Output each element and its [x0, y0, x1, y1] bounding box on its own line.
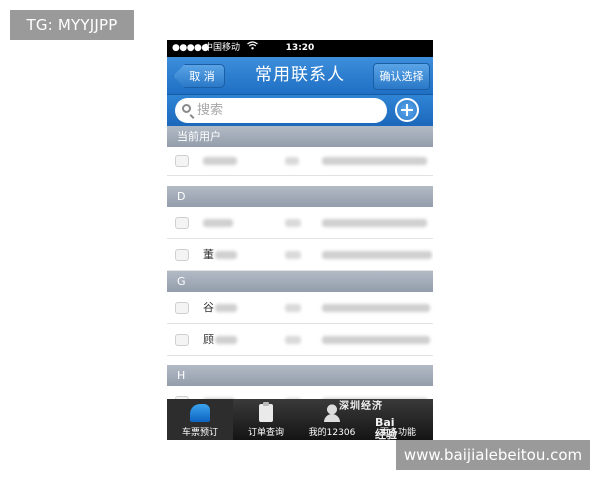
blurred-id [322, 157, 427, 165]
list-item[interactable] [167, 207, 433, 239]
contact-name: 顾 [203, 333, 214, 346]
blurred-name [215, 304, 237, 312]
watermark-tag-bottom: www.baijialebeitou.com [396, 440, 590, 470]
blurred-type [285, 219, 301, 227]
list-item[interactable]: 董 [167, 239, 433, 271]
tab-label: 车票预订 [181, 428, 218, 438]
contact-checkbox[interactable] [175, 334, 189, 346]
contact-name: 董 [203, 248, 214, 261]
blurred-id [322, 219, 427, 227]
blurred-type [285, 251, 301, 259]
confirm-selection-button[interactable]: 确认选择 [373, 63, 430, 90]
blurred-type [285, 304, 301, 312]
blurred-id [322, 251, 432, 259]
blurred-type [285, 157, 299, 165]
train-icon [190, 404, 210, 422]
contact-checkbox[interactable] [175, 217, 189, 229]
section-header-d: D [167, 186, 433, 207]
search-field[interactable] [175, 98, 387, 123]
nav-bar: 取 消 常用联系人 确认选择 [167, 57, 433, 95]
contact-checkbox[interactable] [175, 302, 189, 314]
blurred-id [322, 304, 430, 312]
blurred-name [203, 219, 233, 227]
contact-checkbox[interactable] [175, 155, 189, 167]
search-icon [182, 104, 191, 113]
list-item[interactable]: 顾 [167, 324, 433, 356]
contact-name: 谷 [203, 301, 214, 314]
contact-list: 当前用户 D 董 G 谷 顾 H [167, 126, 433, 426]
contact-checkbox[interactable] [175, 249, 189, 261]
status-time: 13:20 [285, 43, 315, 53]
status-bar: ●●●●● 中国移动 13:20 [167, 40, 433, 57]
blurred-id [322, 336, 430, 344]
list-item[interactable] [167, 147, 433, 176]
tab-label: 订单查询 [247, 428, 284, 438]
add-contact-button[interactable] [395, 98, 419, 122]
page-title: 常用联系人 [255, 65, 345, 85]
blurred-name [215, 336, 237, 344]
cancel-button[interactable]: 取 消 [173, 64, 225, 88]
blurred-name [215, 251, 237, 259]
list-item[interactable]: 谷 [167, 292, 433, 324]
phone-screen: ●●●●● 中国移动 13:20 取 消 常用联系人 确认选择 当前用户 D [167, 40, 433, 440]
blurred-type [285, 336, 301, 344]
tab-order-query[interactable]: 订单查询 [233, 399, 299, 440]
watermark-line-1: 深圳经济 [339, 401, 383, 412]
clipboard-icon [259, 402, 273, 422]
search-input[interactable] [197, 100, 377, 121]
search-bar [167, 95, 433, 126]
watermark-tag-top: TG: MYYJJPP [10, 10, 134, 40]
watermark-line-2: Bai 经验 [375, 416, 397, 441]
watermark-logo: 深圳经济 Bai 经验 [327, 401, 397, 441]
tab-ticket-booking[interactable]: 车票预订 [167, 399, 233, 440]
section-header-current-user: 当前用户 [167, 126, 433, 147]
section-header-g: G [167, 271, 433, 292]
blurred-name [203, 157, 237, 165]
section-header-h: H [167, 365, 433, 386]
